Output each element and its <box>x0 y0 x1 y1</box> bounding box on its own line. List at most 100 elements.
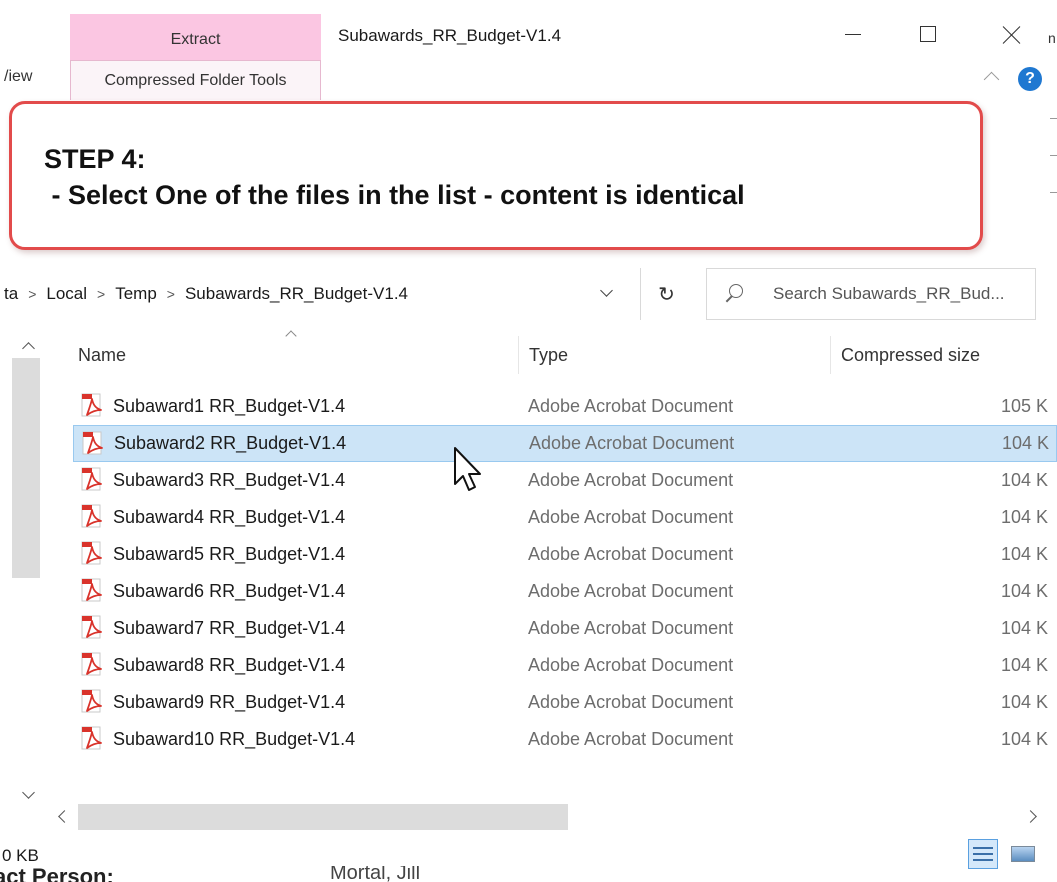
file-type: Adobe Acrobat Document <box>528 729 734 749</box>
background-window-edge <box>1050 118 1057 228</box>
file-compressed-size: 104 K <box>1001 470 1049 490</box>
column-header-compressed-size[interactable]: Compressed size <box>830 336 1050 374</box>
large-icons-view-icon <box>1011 846 1035 862</box>
background-doc-value: Mortal, Jill <box>330 866 421 882</box>
window-title: Subawards_RR_Budget-V1.4 <box>338 26 562 45</box>
column-header-type[interactable]: Type <box>518 336 830 374</box>
breadcrumb-chevron-icon[interactable]: > <box>161 286 181 302</box>
file-type: Adobe Acrobat Document <box>528 396 734 416</box>
horizontal-scroll-thumb[interactable] <box>78 804 568 830</box>
file-compressed-size: 104 K <box>1001 618 1049 638</box>
file-row[interactable]: Subaward6 RR_Budget-V1.4 Adobe Acrobat Do… <box>73 573 1057 610</box>
large-icons-view-button[interactable] <box>1006 839 1040 869</box>
scroll-up-chevron-icon[interactable] <box>22 340 36 354</box>
background-document: act Person: Mortal, Jill <box>0 866 1057 882</box>
file-compressed-size: 104 K <box>1001 581 1049 601</box>
file-type: Adobe Acrobat Document <box>528 544 734 564</box>
pdf-file-icon <box>79 541 105 567</box>
file-row[interactable]: Subaward7 RR_Budget-V1.4 Adobe Acrobat Do… <box>73 610 1057 647</box>
pdf-file-icon <box>79 578 105 604</box>
ribbon-tab-view[interactable]: /iew <box>4 68 32 86</box>
breadcrumb-current-folder[interactable]: Subawards_RR_Budget-V1.4 <box>181 284 412 304</box>
close-icon <box>1003 25 1021 43</box>
file-compressed-size: 104 K <box>1001 729 1049 749</box>
file-row[interactable]: Subaward5 RR_Budget-V1.4 Adobe Acrobat Do… <box>73 536 1057 573</box>
file-type: Adobe Acrobat Document <box>528 692 734 712</box>
file-row[interactable]: Subaward4 RR_Budget-V1.4 Adobe Acrobat Do… <box>73 499 1057 536</box>
file-row[interactable]: Subaward10 RR_Budget-V1.4 Adobe Acrobat D… <box>73 721 1057 758</box>
pdf-file-icon <box>79 467 105 493</box>
address-history-chevron-down-icon[interactable] <box>598 284 616 302</box>
pdf-file-icon <box>80 431 106 457</box>
search-icon <box>723 284 743 304</box>
step-callout-text: - Select One of the files in the list - … <box>44 180 745 210</box>
file-row[interactable]: Subaward8 RR_Budget-V1.4 Adobe Acrobat Do… <box>73 647 1057 684</box>
pdf-file-icon <box>79 689 105 715</box>
step-callout-box <box>9 101 983 250</box>
file-type: Adobe Acrobat Document <box>528 507 734 527</box>
file-name: Subaward4 RR_Budget-V1.4 <box>113 507 346 527</box>
address-bar[interactable]: ta > Local > Temp > Subawards_RR_Budget-… <box>0 268 640 320</box>
horizontal-scrollbar[interactable] <box>44 804 1057 830</box>
pdf-file-icon <box>79 615 105 641</box>
file-name: Subaward6 RR_Budget-V1.4 <box>113 581 346 601</box>
scroll-down-chevron-icon[interactable] <box>22 788 36 802</box>
details-view-button[interactable] <box>968 839 998 869</box>
pdf-file-icon <box>79 393 105 419</box>
status-selected-size: 0 KB <box>2 846 39 865</box>
background-doc-label: act Person: <box>0 866 114 882</box>
pdf-file-icon <box>79 504 105 530</box>
file-name: Subaward5 RR_Budget-V1.4 <box>113 544 346 564</box>
file-compressed-size: 104 K <box>1002 433 1050 453</box>
breadcrumb-chevron-icon[interactable]: > <box>22 286 42 302</box>
collapse-ribbon-chevron-up-icon[interactable] <box>984 70 998 84</box>
step-callout-title: STEP 4: <box>44 144 146 174</box>
mouse-pointer-icon <box>454 447 481 491</box>
file-row[interactable]: Subaward3 RR_Budget-V1.4 Adobe Acrobat Do… <box>73 462 1057 499</box>
breadcrumb-appdata[interactable]: ta <box>0 284 22 304</box>
breadcrumb-chevron-icon[interactable]: > <box>91 286 111 302</box>
help-button[interactable]: ? <box>1018 67 1042 91</box>
close-button[interactable] <box>989 14 1035 54</box>
scroll-right-chevron-icon[interactable] <box>1026 810 1040 824</box>
ribbon-tab-extract[interactable]: Extract <box>70 14 321 60</box>
file-type: Adobe Acrobat Document <box>528 618 734 638</box>
file-name: Subaward10 RR_Budget-V1.4 <box>113 729 356 749</box>
search-placeholder: Search Subawards_RR_Bud... <box>773 284 1005 303</box>
breadcrumb-local[interactable]: Local <box>42 284 91 304</box>
maximize-icon <box>920 26 936 42</box>
file-compressed-size: 104 K <box>1001 692 1049 712</box>
file-type: Adobe Acrobat Document <box>529 433 735 453</box>
scroll-left-chevron-icon[interactable] <box>56 810 70 824</box>
file-type: Adobe Acrobat Document <box>528 581 734 601</box>
ribbon-tab-compressed-folder-tools[interactable]: Compressed Folder Tools <box>70 60 321 100</box>
file-name: Subaward8 RR_Budget-V1.4 <box>113 655 346 675</box>
file-name: Subaward1 RR_Budget-V1.4 <box>113 396 346 416</box>
file-row[interactable]: Subaward1 RR_Budget-V1.4 Adobe Acrobat Do… <box>73 388 1057 425</box>
vertical-scrollbar[interactable] <box>0 328 44 804</box>
background-window-edge-text: n <box>1048 30 1056 46</box>
file-compressed-size: 104 K <box>1001 507 1049 527</box>
maximize-button[interactable] <box>905 14 951 54</box>
minimize-icon <box>845 33 861 35</box>
file-type: Adobe Acrobat Document <box>528 655 734 675</box>
search-input[interactable]: Search Subawards_RR_Bud... <box>706 268 1036 320</box>
pdf-file-icon <box>79 726 105 752</box>
file-name: Subaward3 RR_Budget-V1.4 <box>113 470 346 490</box>
file-name: Subaward7 RR_Budget-V1.4 <box>113 618 346 638</box>
refresh-button[interactable]: ↻ <box>640 268 692 320</box>
file-row-selected[interactable]: Subaward2 RR_Budget-V1.4 Adobe Acrobat Do… <box>73 425 1057 462</box>
refresh-icon: ↻ <box>658 283 675 306</box>
file-row[interactable]: Subaward9 RR_Budget-V1.4 Adobe Acrobat Do… <box>73 684 1057 721</box>
minimize-button[interactable] <box>830 14 876 54</box>
file-compressed-size: 104 K <box>1001 544 1049 564</box>
vertical-scroll-thumb[interactable] <box>12 358 40 578</box>
breadcrumb-temp[interactable]: Temp <box>111 284 161 304</box>
title-bar: Extract /iew Compressed Folder Tools Sub… <box>0 0 1057 102</box>
file-compressed-size: 105 K <box>1001 396 1049 416</box>
details-view-icon <box>973 847 993 849</box>
file-type: Adobe Acrobat Document <box>528 470 734 490</box>
column-header-name[interactable]: Name <box>78 336 518 374</box>
pdf-file-icon <box>79 652 105 678</box>
file-compressed-size: 104 K <box>1001 655 1049 675</box>
